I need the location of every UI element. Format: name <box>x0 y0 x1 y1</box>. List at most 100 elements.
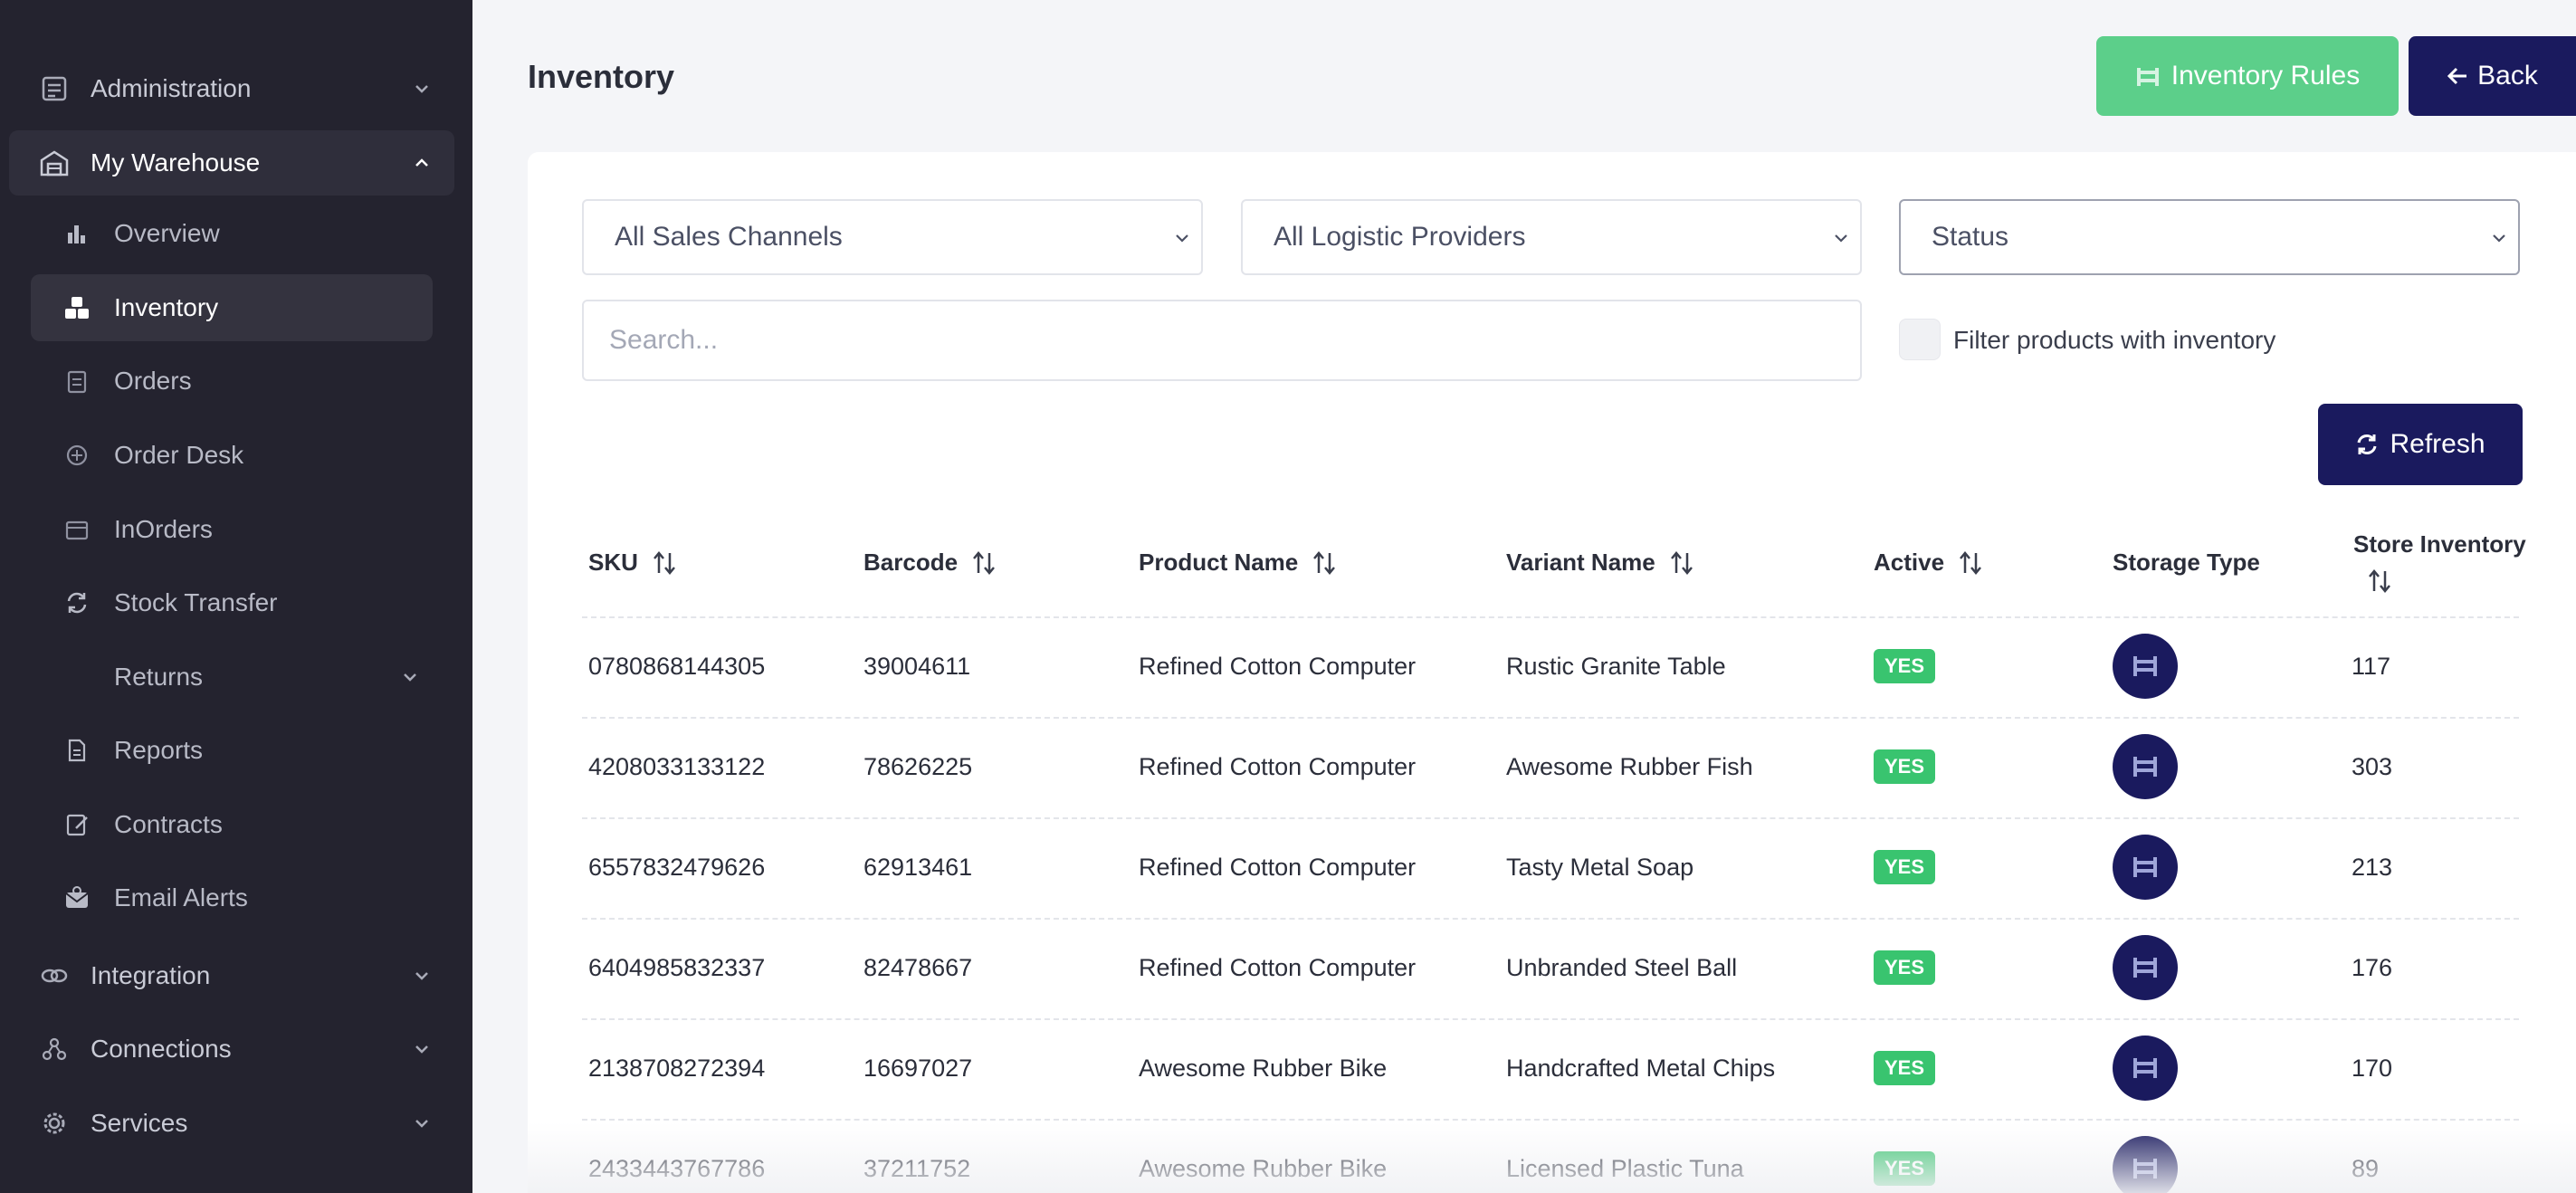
active-badge: YES <box>1874 1151 1935 1186</box>
sidebar-item-label: Orders <box>114 367 192 395</box>
nav-my-warehouse[interactable]: My Warehouse <box>9 130 454 196</box>
nav-connections[interactable]: Connections <box>9 1016 454 1082</box>
storage-rack-icon[interactable] <box>2113 734 2178 799</box>
logistic-provider-value: All Logistic Providers <box>1274 222 1526 252</box>
boxes-icon <box>63 294 91 321</box>
nav-services-label: Services <box>91 1109 188 1137</box>
inbox-icon <box>63 516 91 543</box>
sidebar-item-label: Overview <box>114 219 220 247</box>
active-badge: YES <box>1874 1051 1935 1085</box>
store-inventory-cell: 213 <box>2352 854 2393 881</box>
active-badge: YES <box>1874 850 1935 884</box>
barcode-cell: 82478667 <box>863 954 973 981</box>
sidebar-item-reports[interactable]: Reports <box>31 717 433 784</box>
inventory-rules-button[interactable]: Inventory Rules <box>2096 36 2399 116</box>
sidebar-item-orders[interactable]: Orders <box>31 348 433 415</box>
sidebar-item-order-desk[interactable]: Order Desk <box>31 422 433 489</box>
sidebar-item-overview[interactable]: Overview <box>31 200 433 267</box>
variant-name-cell: Tasty Metal Soap <box>1506 854 1694 881</box>
column-header-barcode[interactable]: Barcode <box>863 549 997 577</box>
column-header-label: Store Inventory <box>2353 530 2526 558</box>
storage-rack-icon[interactable] <box>2113 1136 2178 1193</box>
store-inventory-cell: 170 <box>2352 1055 2393 1082</box>
arrow-left-icon <box>2447 66 2468 86</box>
product-name-cell: Awesome Rubber Bike <box>1139 1055 1388 1082</box>
sales-channel-select[interactable]: All Sales Channels <box>582 199 1203 275</box>
storage-rack-icon[interactable] <box>2113 634 2178 699</box>
sort-icon[interactable] <box>1668 549 1695 577</box>
nav-services[interactable]: Services <box>9 1091 454 1156</box>
sku-cell: 2138708272394 <box>588 1055 766 1082</box>
sku-cell: 4208033133122 <box>588 753 766 780</box>
store-inventory-cell: 303 <box>2352 753 2393 780</box>
sidebar-item-returns[interactable]: Returns <box>31 644 433 711</box>
column-header-label: Variant Name <box>1506 549 1655 576</box>
barcode-cell: 78626225 <box>863 753 973 780</box>
sku-cell: 6557832479626 <box>588 854 766 881</box>
column-header-variant-name[interactable]: Variant Name <box>1506 549 1695 577</box>
sidebar-item-label: Reports <box>114 736 204 764</box>
search-input[interactable] <box>582 300 1862 381</box>
product-name-cell: Refined Cotton Computer <box>1139 653 1417 680</box>
storage-rack-icon[interactable] <box>2113 1036 2178 1101</box>
row-divider <box>582 717 2519 719</box>
chevron-down-icon <box>402 669 418 685</box>
row-divider <box>582 817 2519 819</box>
column-header-label: Active <box>1874 549 1945 576</box>
sidebar-item-stock-transfer[interactable]: Stock Transfer <box>31 569 433 636</box>
nav-administration-label: Administration <box>91 74 252 102</box>
variant-name-cell: Rustic Granite Table <box>1506 653 1726 680</box>
sales-channel-value: All Sales Channels <box>615 222 843 252</box>
barcode-cell: 37211752 <box>863 1155 971 1182</box>
nav-my-warehouse-label: My Warehouse <box>91 148 261 177</box>
store-inventory-cell: 117 <box>2352 653 2391 680</box>
chart-bar-icon <box>63 220 91 247</box>
variant-name-cell: Handcrafted Metal Chips <box>1506 1055 1776 1082</box>
sidebar-item-label: InOrders <box>114 515 213 543</box>
sidebar-item-label: Stock Transfer <box>114 588 278 616</box>
sort-icon[interactable] <box>1957 549 1984 577</box>
chevron-down-icon <box>413 80 431 98</box>
sidebar-item-email-alerts[interactable]: Email Alerts <box>31 864 433 931</box>
logistic-provider-select[interactable]: All Logistic Providers <box>1241 199 1862 275</box>
chevron-down-icon <box>1831 228 1851 248</box>
document-icon <box>63 737 91 764</box>
store-inventory-cell: 176 <box>2352 954 2393 981</box>
sidebar-item-label: Contracts <box>114 810 223 838</box>
nav-integration[interactable]: Integration <box>9 943 454 1008</box>
clipboard-icon <box>63 367 91 395</box>
row-divider <box>582 616 2519 618</box>
storage-rack-icon[interactable] <box>2113 935 2178 1000</box>
sort-icon[interactable] <box>2366 568 2393 595</box>
active-badge: YES <box>1874 950 1935 985</box>
active-badge: YES <box>1874 649 1935 683</box>
sort-icon[interactable] <box>1311 549 1338 577</box>
column-header-store-inventory[interactable]: Store Inventory <box>2353 530 2526 595</box>
admin-panel-icon <box>40 74 69 103</box>
inventory-rules-label: Inventory Rules <box>2171 61 2361 91</box>
column-header-label: Barcode <box>863 549 959 576</box>
row-divider <box>582 918 2519 920</box>
refresh-button[interactable]: Refresh <box>2318 404 2523 485</box>
sidebar-item-contracts[interactable]: Contracts <box>31 791 433 858</box>
sidebar-item-label: Inventory <box>114 293 219 321</box>
storage-rack-icon[interactable] <box>2113 835 2178 900</box>
column-header-product-name[interactable]: Product Name <box>1139 549 1338 577</box>
chevron-down-icon <box>413 1040 431 1058</box>
sidebar-item-inventory[interactable]: Inventory <box>31 274 433 341</box>
variant-name-cell: Licensed Plastic Tuna <box>1506 1155 1744 1182</box>
nav-administration[interactable]: Administration <box>9 56 454 121</box>
status-select[interactable]: Status <box>1899 199 2520 275</box>
column-header-active[interactable]: Active <box>1874 549 1984 577</box>
product-name-cell: Awesome Rubber Bike <box>1139 1155 1388 1182</box>
inventory-filter-checkbox[interactable] <box>1899 319 1941 360</box>
sort-icon[interactable] <box>651 549 678 577</box>
sort-icon[interactable] <box>970 549 997 577</box>
back-button[interactable]: Back <box>2409 36 2576 116</box>
nav-connections-label: Connections <box>91 1035 232 1063</box>
column-header-sku[interactable]: SKU <box>588 549 678 577</box>
sidebar-item-label: Returns <box>114 663 204 691</box>
chevron-down-icon <box>1172 228 1192 248</box>
link-icon <box>40 961 69 990</box>
sidebar-item-inorders[interactable]: InOrders <box>31 496 433 563</box>
